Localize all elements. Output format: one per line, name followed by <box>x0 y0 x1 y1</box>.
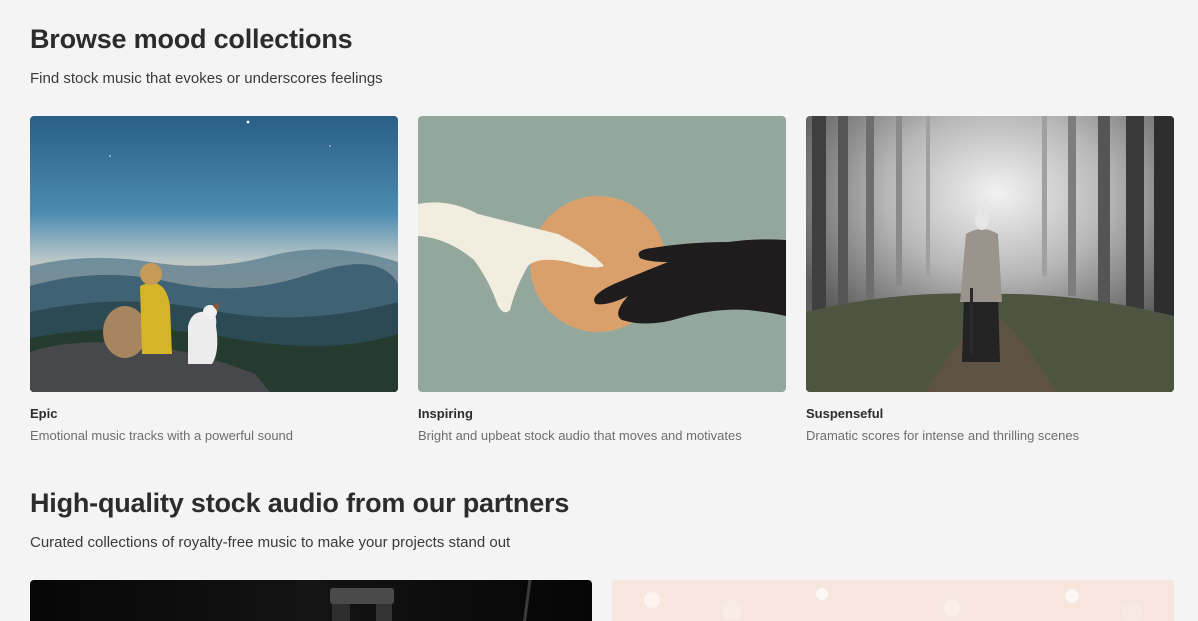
partner-card-1[interactable] <box>30 580 592 621</box>
partner-card-2[interactable] <box>612 580 1174 621</box>
partners-section: High-quality stock audio from our partne… <box>30 486 1174 621</box>
inspiring-card-description: Bright and upbeat stock audio that moves… <box>418 428 742 443</box>
partner-card-grid <box>30 580 1174 621</box>
suspenseful-card-title[interactable]: Suspenseful <box>806 406 1174 422</box>
page: Browse mood collections Find stock music… <box>0 0 1198 621</box>
epic-thumbnail[interactable] <box>30 116 398 392</box>
partners-section-title: High-quality stock audio from our partne… <box>30 488 570 518</box>
partners-section-subtitle: Curated collections of royalty-free musi… <box>30 534 511 551</box>
mood-card-grid: Epic Emotional music tracks with a power… <box>30 116 1174 456</box>
epic-card-description: Emotional music tracks with a powerful s… <box>30 428 294 443</box>
inspiring-card-title[interactable]: Inspiring <box>418 406 786 422</box>
mood-section-subtitle: Find stock music that evokes or undersco… <box>30 70 383 87</box>
suspenseful-thumbnail[interactable] <box>806 116 1174 392</box>
mood-section-title: Browse mood collections <box>30 24 353 54</box>
mood-card-suspenseful[interactable]: Suspenseful Dramatic scores for intense … <box>806 116 1174 444</box>
mood-collections-section: Browse mood collections Find stock music… <box>30 22 1174 443</box>
mood-card-epic[interactable]: Epic Emotional music tracks with a power… <box>30 116 398 444</box>
epic-card-title[interactable]: Epic <box>30 406 398 422</box>
suspenseful-card-description: Dramatic scores for intense and thrillin… <box>806 428 1080 443</box>
inspiring-thumbnail[interactable] <box>418 116 786 392</box>
mood-card-inspiring[interactable]: Inspiring Bright and upbeat stock audio … <box>418 116 786 444</box>
